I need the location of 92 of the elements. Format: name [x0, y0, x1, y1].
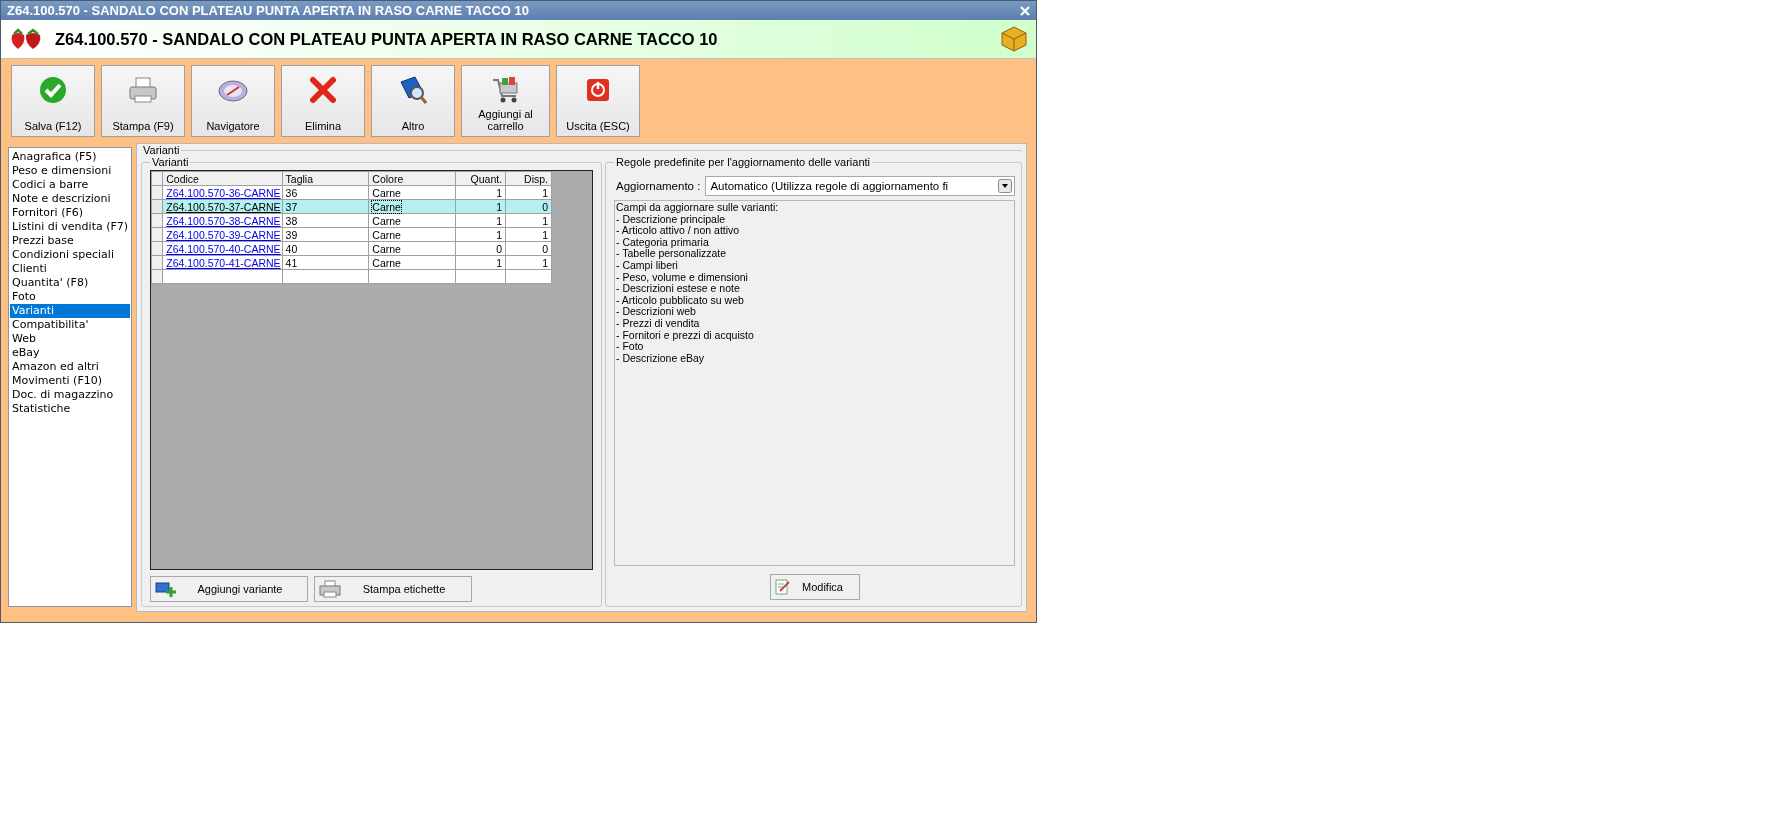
table-cell: 1	[505, 227, 552, 242]
table-cell: Carne	[368, 227, 456, 242]
memo-line: - Descrizioni estese e note	[616, 283, 741, 295]
table-cell: 41	[282, 255, 369, 270]
section-item[interactable]: Compatibilita'	[10, 318, 130, 332]
toolbar-button[interactable]: Altro	[371, 65, 455, 137]
table-cell: Carne	[368, 185, 456, 200]
memo-line: - Categoria primaria	[616, 236, 710, 249]
table-cell: 39	[282, 227, 369, 242]
fields-memo[interactable]	[614, 200, 1015, 566]
memo-line: - Descrizioni web	[616, 306, 696, 318]
action-button[interactable]: Stampa etichette	[314, 576, 472, 602]
update-mode-dropdown[interactable]: Automatico (Utilizza regole di aggiornamento fi	[705, 176, 1015, 196]
memo-line: - Tabelle personalizzate	[616, 248, 728, 260]
table-cell: 1	[455, 213, 506, 228]
column-header[interactable]: Quant.	[455, 171, 506, 186]
table-cell: 1	[505, 213, 552, 228]
section-item[interactable]: Codici a barre	[10, 178, 130, 192]
section-item[interactable]: Statistiche	[10, 402, 130, 416]
printer-icon	[319, 580, 341, 598]
window-title: Z64.100.570 - SANDALO CON PLATEAU PUNTA APERTA IN RASO CARNE TACCO 10	[7, 3, 529, 18]
table-row[interactable]: Z64.100.570-38-CARNE 38 Carne 1 1	[151, 213, 552, 228]
table-cell: Carne	[368, 213, 456, 228]
toolbar-button[interactable]: Navigatore	[191, 65, 275, 137]
group-title: Varianti	[151, 156, 190, 168]
printer-icon	[127, 74, 159, 106]
toolbar-button[interactable]: Aggiungi al carrello	[461, 65, 550, 137]
toolbar-button[interactable]: Stampa (F9)	[101, 65, 185, 137]
close-icon[interactable]	[1020, 5, 1030, 16]
column-header[interactable]: Disp.	[505, 171, 552, 186]
memo-line: - Foto	[616, 341, 645, 353]
table-row[interactable]: Z64.100.570-39-CARNE 39 Carne 1 1	[151, 227, 552, 242]
section-item[interactable]: Quantita' (F8)	[10, 276, 130, 290]
add-icon	[155, 580, 177, 598]
memo-line: - Articolo pubblicato su web	[616, 294, 745, 307]
memo-line: - Fornitori e prezzi di acquisto	[616, 329, 755, 342]
section-item[interactable]: Varianti	[10, 304, 130, 318]
table-cell: 0	[505, 241, 552, 256]
edit-note-icon	[774, 579, 791, 595]
toolbar-button[interactable]: Salva (F12)	[11, 65, 95, 137]
section-item[interactable]: Movimenti (F10)	[10, 374, 130, 388]
memo-line: - Descrizione eBay	[616, 352, 706, 365]
column-header[interactable]: Codice	[162, 171, 283, 186]
check-icon	[37, 74, 69, 106]
table-row[interactable]: Z64.100.570-41-CARNE 41 Carne 1 1	[151, 255, 552, 270]
section-item[interactable]: Fornitori (F6)	[10, 206, 130, 220]
table-row[interactable]: Z64.100.570-36-CARNE 36 Carne 1 1	[151, 185, 552, 200]
table-cell: 40	[282, 241, 369, 256]
section-item[interactable]: Condizioni speciali	[10, 248, 130, 262]
table-cell: 1	[455, 185, 506, 200]
section-item[interactable]: Anagrafica (F5)	[10, 150, 130, 164]
memo-line: - Articolo attivo / non attivo	[616, 225, 741, 237]
section-item[interactable]: Doc. di magazzino	[10, 388, 130, 402]
table-cell: 1	[505, 185, 552, 200]
column-header[interactable]: Colore	[368, 171, 456, 186]
cross-icon	[307, 74, 339, 106]
toolbar-button[interactable]: Elimina	[281, 65, 365, 137]
section-item[interactable]: Listini di vendita (F7)	[10, 220, 130, 234]
table-cell: Carne	[368, 241, 456, 256]
section-item[interactable]: Prezzi base	[10, 234, 130, 248]
table-row[interactable]: Z64.100.570-40-CARNE 40 Carne 0 0	[151, 241, 552, 256]
column-header[interactable]: Taglia	[282, 171, 369, 186]
memo-line: - Descrizione principale	[616, 213, 727, 226]
cube-icon	[1000, 25, 1028, 53]
section-item[interactable]: Peso e dimensioni	[10, 164, 130, 178]
memo-line: - Prezzi di vendita	[616, 317, 701, 330]
edit-button[interactable]: Modifica	[769, 574, 860, 600]
section-item[interactable]: Foto	[10, 290, 130, 304]
action-button[interactable]: Aggiungi variante	[150, 576, 308, 602]
panel-title: Varianti	[142, 144, 181, 156]
section-item[interactable]: Clienti	[10, 262, 130, 276]
item-title: Z64.100.570 - SANDALO CON PLATEAU PUNTA APERTA IN RASO CARNE TACCO 10	[55, 29, 719, 49]
table-cell: 38	[282, 213, 369, 228]
book-magnifier-icon	[397, 74, 429, 106]
memo-line: - Peso, volume e dimensioni	[616, 271, 749, 284]
memo-line: - Campi liberi	[616, 259, 678, 272]
group-title: Regole predefinite per l'aggiornamento delle varianti	[615, 156, 872, 168]
table-cell: 0	[455, 241, 506, 256]
memo-line: Campi da aggiornare sulle varianti:	[616, 202, 780, 214]
table-row[interactable]: Z64.100.570-37-CARNE 37 Carne 1 0	[151, 199, 552, 214]
field-label: Aggiornamento :	[616, 180, 701, 192]
section-item[interactable]: Note e descrizioni	[10, 192, 130, 206]
strawberry-icon	[9, 27, 43, 51]
table-cell: 36	[282, 185, 369, 200]
table-cell: 1	[505, 255, 552, 270]
section-item[interactable]: Amazon ed altri	[10, 360, 130, 374]
table-cell: Carne	[368, 255, 456, 270]
table-cell: 1	[455, 227, 506, 242]
section-item[interactable]: eBay	[10, 346, 130, 360]
section-item[interactable]: Web	[10, 332, 130, 346]
table-cell: 1	[455, 255, 506, 270]
toolbar-button[interactable]: Uscita (ESC)	[556, 65, 640, 137]
